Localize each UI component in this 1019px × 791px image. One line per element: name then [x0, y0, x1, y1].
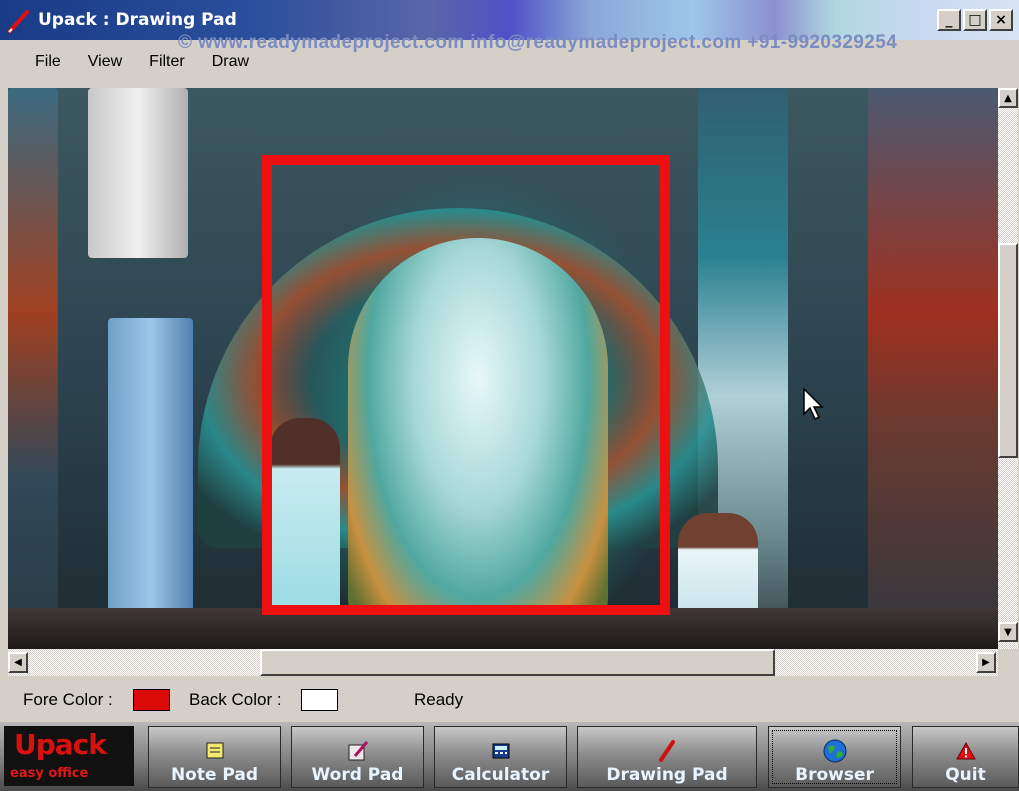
horizontal-scroll-thumb[interactable]: [260, 649, 775, 676]
menu-file[interactable]: File: [35, 53, 61, 71]
vertical-scrollbar[interactable]: ▲ ▼: [998, 88, 1018, 649]
menu-view[interactable]: View: [88, 53, 122, 71]
notepad-icon: [206, 742, 223, 759]
calculator-button[interactable]: Calculator: [434, 726, 567, 788]
window-title: Upack : Drawing Pad: [38, 10, 237, 30]
scroll-up-button[interactable]: ▲: [998, 88, 1018, 108]
right-edge-column: [868, 88, 998, 649]
left-pillar-top: [88, 88, 188, 258]
brand-subtitle: easy office: [10, 766, 89, 781]
warning-icon: [955, 741, 976, 760]
window-controls: _ □ ×: [937, 9, 1013, 31]
drawing-canvas[interactable]: [8, 88, 998, 649]
note-pad-label: Note Pad: [170, 765, 259, 785]
scroll-down-button[interactable]: ▼: [998, 622, 1018, 642]
word-pad-label: Word Pad: [311, 765, 404, 785]
fore-color-swatch[interactable]: [133, 689, 170, 711]
scroll-left-button[interactable]: ◀: [8, 652, 28, 673]
pencil-icon: [659, 740, 675, 762]
calculator-label: Calculator: [451, 765, 550, 785]
brand-logo: Upack easy office: [4, 726, 134, 786]
drawing-pad-label: Drawing Pad: [606, 765, 728, 785]
browser-label: Browser: [795, 765, 874, 785]
word-pad-button[interactable]: Word Pad: [291, 726, 424, 788]
fore-color-label: Fore Color :: [23, 690, 113, 709]
quit-button[interactable]: Quit: [912, 726, 1019, 788]
drawing-pad-button[interactable]: Drawing Pad: [577, 726, 757, 788]
quit-label: Quit: [945, 765, 986, 785]
vertical-scroll-thumb[interactable]: [998, 243, 1018, 458]
left-pillar: [108, 318, 193, 648]
close-button[interactable]: ×: [989, 9, 1013, 31]
menu-draw[interactable]: Draw: [212, 53, 249, 71]
maximize-button[interactable]: □: [963, 9, 987, 31]
note-pad-button[interactable]: Note Pad: [148, 726, 281, 788]
left-edge-column: [8, 88, 58, 649]
calculator-icon: [492, 743, 509, 759]
mouse-cursor-icon: [803, 388, 824, 421]
pencil-icon: [8, 10, 29, 33]
app-launcher-bar: Upack easy office Note Pad Word Pad Calc…: [0, 722, 1019, 791]
menu-filter[interactable]: Filter: [149, 53, 185, 71]
brand-title: Upack: [14, 728, 107, 761]
browser-button[interactable]: Browser: [768, 726, 901, 788]
watermark-text: © www.readymadeproject.com info@readymad…: [178, 32, 898, 53]
globe-icon: [823, 739, 846, 763]
selection-rectangle[interactable]: [262, 155, 670, 615]
back-color-label: Back Color :: [189, 690, 282, 709]
minimize-button[interactable]: _: [937, 9, 961, 31]
status-text: Ready: [414, 690, 464, 709]
scroll-right-button[interactable]: ▶: [976, 652, 996, 673]
status-bar: Fore Color : Back Color : Ready: [0, 676, 1019, 720]
wordpad-icon: [348, 741, 368, 761]
back-color-swatch[interactable]: [301, 689, 338, 711]
horizontal-scrollbar[interactable]: ◀ ▶: [8, 649, 998, 676]
